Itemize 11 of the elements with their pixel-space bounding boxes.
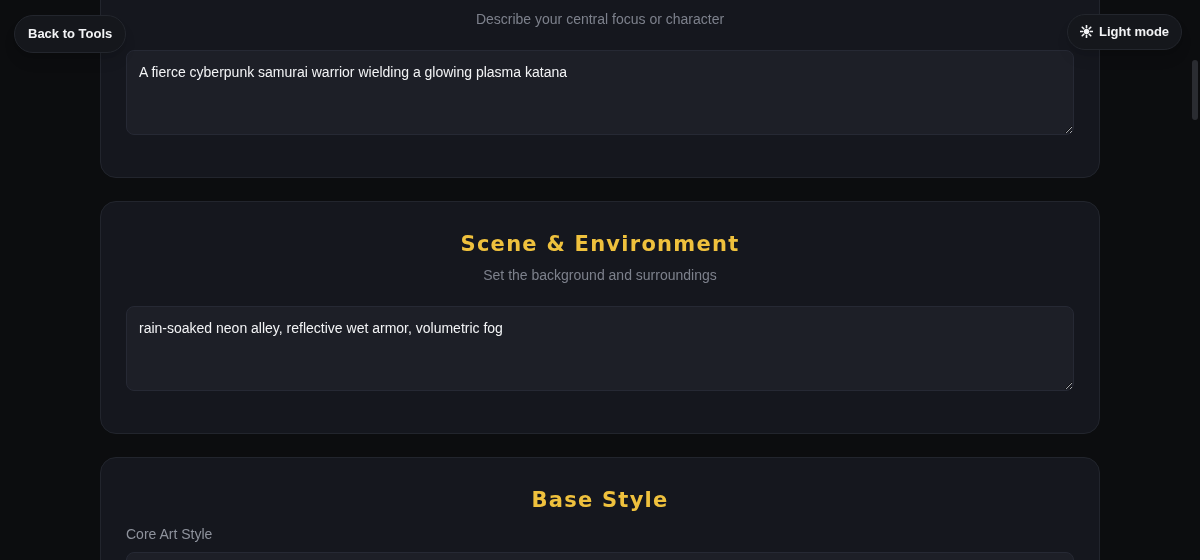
scrollbar-thumb[interactable] [1192,60,1198,120]
theme-toggle-button[interactable]: Light mode [1067,14,1183,50]
section-title: Base Style [530,487,670,514]
prompt-textarea[interactable]: rain-soaked neon alley, reflective wet armor, volumetric fog [126,306,1074,391]
section-title: Scene & Environment [459,231,741,258]
prompt-textarea[interactable]: A fierce cyberpunk samurai warrior wielding a glowing plasma katana [126,50,1074,135]
field-label: Core Art Style [126,525,214,544]
sun-icon [1080,25,1093,39]
section-subtitle: Describe your central focus or character [474,10,726,29]
back-button[interactable]: Back to Tools [14,15,127,53]
section-subtitle: Set the background and surroundings [482,266,718,285]
